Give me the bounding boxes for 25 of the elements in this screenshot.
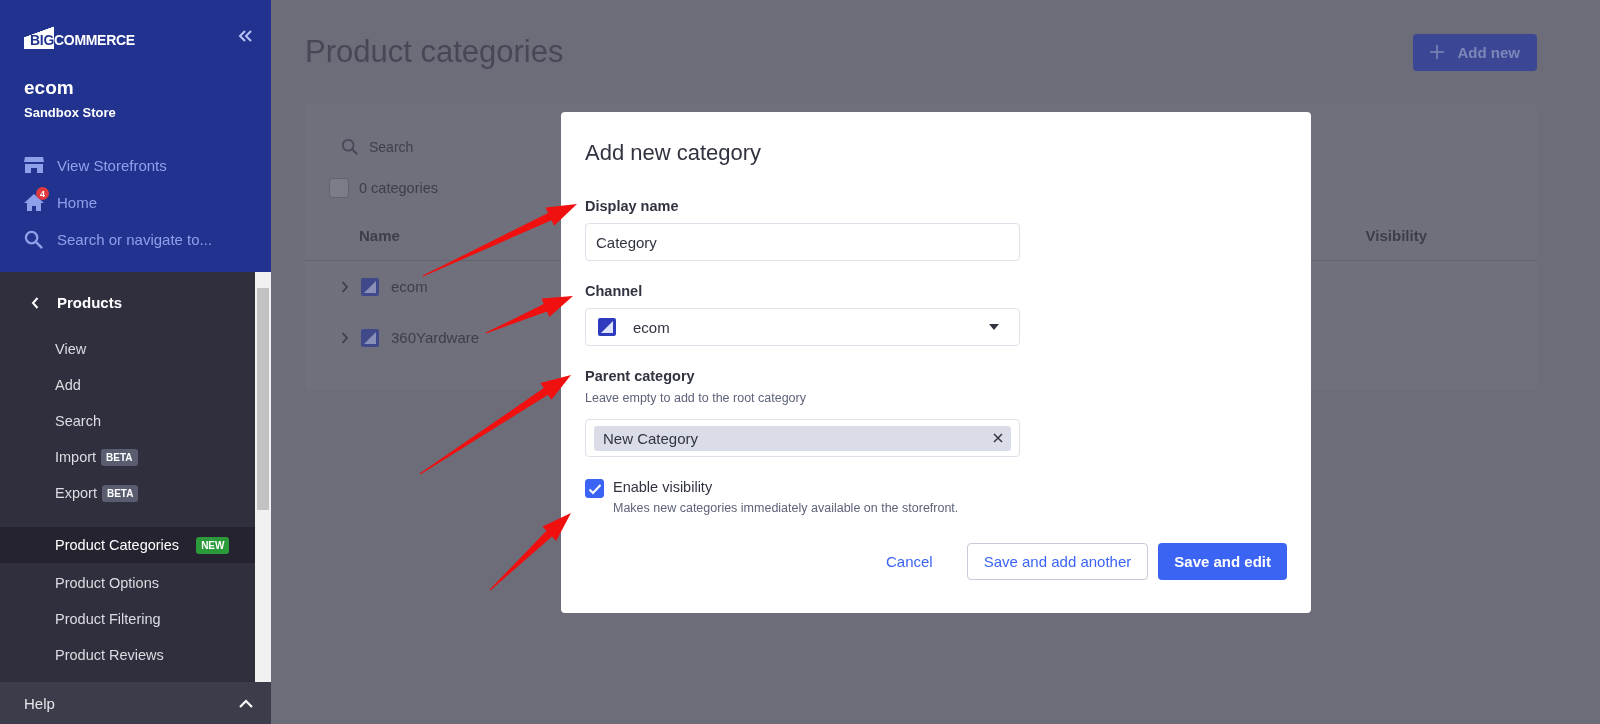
menu-label: Export <box>55 485 97 501</box>
status-badge: BETA <box>101 448 138 466</box>
store-type: Sandbox Store <box>24 105 117 120</box>
store-name: ecom <box>24 77 75 99</box>
field-hint: Leave empty to add to the root category <box>585 391 807 405</box>
menu-label: Product Categories <box>55 537 180 553</box>
menu-label: Product Options <box>55 575 159 591</box>
logo: BIGCOMMERCE <box>24 22 135 49</box>
notification-badge: 4 <box>36 187 49 200</box>
category-chip: New Category <box>594 425 1011 451</box>
status-badge: NEW <box>196 536 230 554</box>
checkbox-label: Enable visibility <box>613 479 714 495</box>
menu-label: Import <box>55 449 97 465</box>
status-badge: BETA <box>101 484 139 502</box>
menu-label: Product Filtering <box>55 611 161 627</box>
dialog-title: Add new category <box>585 140 763 166</box>
help-label: Help <box>24 694 55 712</box>
checkbox-description: Makes new categories immediately available on the storefront. <box>613 501 959 515</box>
menu-label: Search <box>55 413 101 429</box>
field-label: Display name <box>585 198 680 214</box>
menu-label: View <box>55 341 87 357</box>
field-label: Parent category <box>585 368 696 384</box>
menu-label: Product Reviews <box>55 647 164 663</box>
field-label: Channel <box>585 283 644 299</box>
menu-label: Add <box>55 377 81 393</box>
